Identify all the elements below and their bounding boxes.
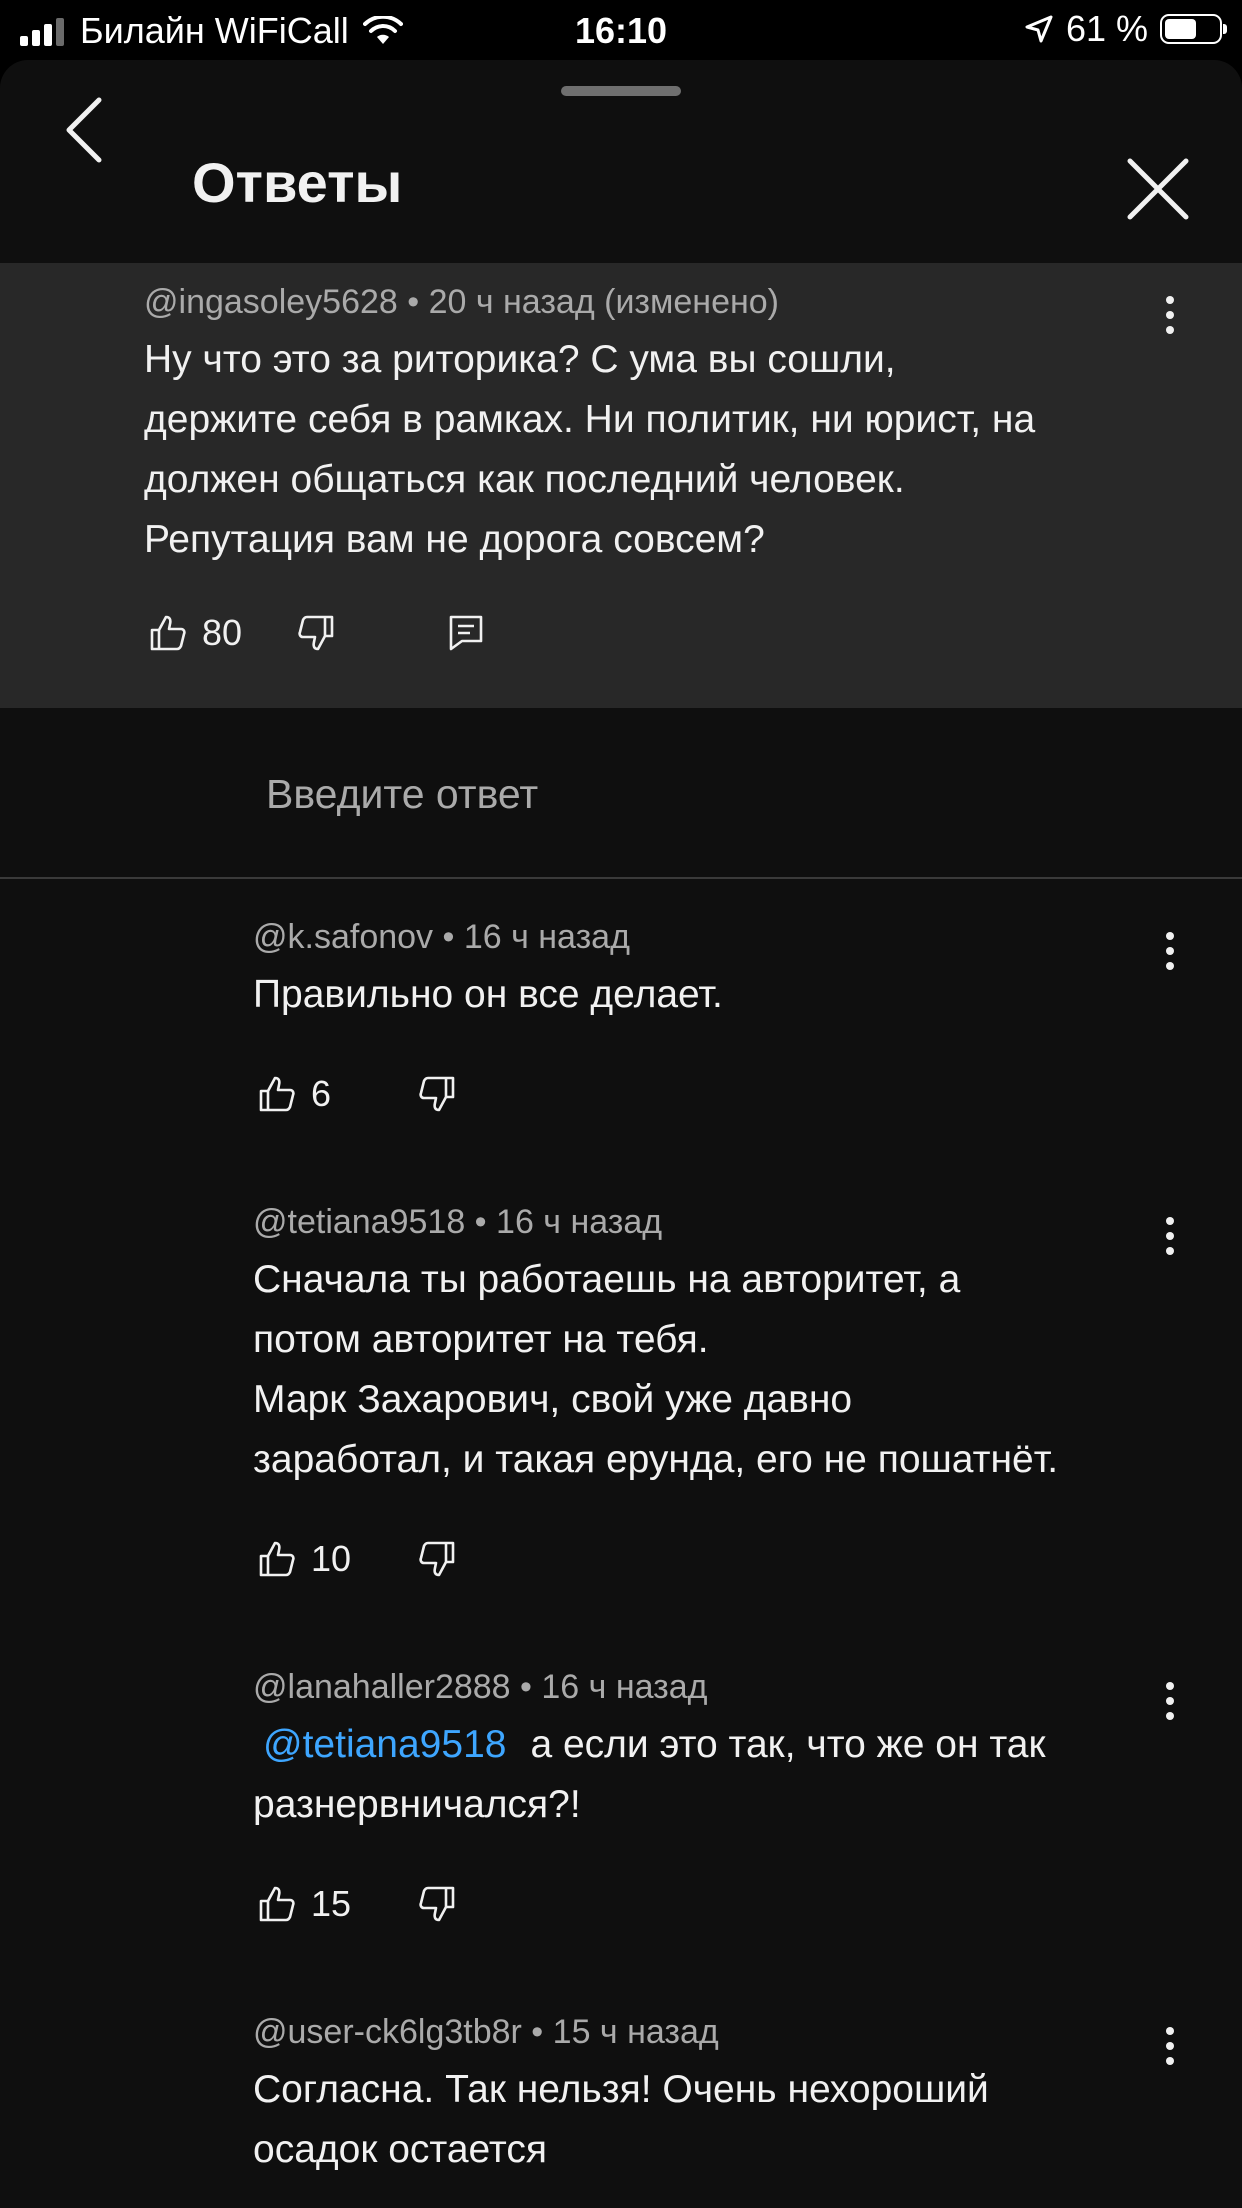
more-options-icon[interactable] [1150, 1671, 1190, 1731]
more-options-icon[interactable] [1150, 2016, 1190, 2076]
comment-text: @tetiana9518 а если это так, что же он та… [253, 1723, 1046, 1826]
more-options-icon[interactable] [1150, 921, 1190, 981]
comment-time: 16 ч назад [541, 1668, 708, 1706]
battery-level [1165, 19, 1196, 39]
comment-time: 16 ч назад [496, 1203, 663, 1241]
like-count: 15 [311, 1883, 352, 1924]
comment-author[interactable]: @tetiana9518 [253, 1203, 465, 1241]
comment-meta: @lanahaller2888 • 16 ч назад [253, 1668, 708, 1706]
like-count: 10 [311, 1538, 352, 1579]
comment-text: Ну что это за риторика? С ума вы сошли, … [144, 338, 1036, 561]
dislike-icon[interactable] [417, 1074, 457, 1114]
comment-author[interactable]: @user-ck6lg3tb8r [253, 2013, 522, 2051]
drag-handle[interactable] [561, 86, 681, 96]
more-options-icon[interactable] [1150, 285, 1190, 345]
comment-author[interactable]: @ingasoley5628 [144, 283, 398, 321]
reply-icon[interactable] [446, 613, 486, 653]
mention-link[interactable]: @tetiana9518 [263, 1723, 506, 1766]
comment-meta: @k.safonov • 16 ч назад [253, 918, 630, 956]
location-arrow-icon [1025, 15, 1053, 43]
divider [0, 877, 1242, 879]
battery-percent: 61 % [1065, 8, 1148, 49]
dislike-icon[interactable] [417, 1884, 457, 1924]
dislike-icon[interactable] [417, 1539, 457, 1579]
comment-author[interactable]: @lanahaller2888 [253, 1668, 511, 1706]
dislike-icon[interactable] [296, 613, 336, 653]
close-icon[interactable] [1124, 155, 1192, 223]
comment-time: 20 ч назад (изменено) [428, 283, 780, 321]
status-bar: Билайн WiFiCall 16:10 61 % [0, 0, 1242, 60]
comment-time: 16 ч назад [463, 918, 630, 956]
comment-author[interactable]: @k.safonov [253, 918, 433, 956]
like-icon[interactable] [257, 1539, 297, 1579]
reply-input[interactable] [264, 770, 1118, 819]
like-icon[interactable] [257, 1074, 297, 1114]
more-options-icon[interactable] [1150, 1206, 1190, 1266]
comment-text: Согласна. Так нельзя! Очень нехороший ос… [253, 2068, 989, 2171]
like-count: 80 [202, 612, 243, 653]
back-icon[interactable] [55, 90, 115, 170]
page-title: Ответы [192, 151, 403, 214]
like-icon[interactable] [257, 1884, 297, 1924]
like-count: 6 [311, 1073, 332, 1114]
like-icon[interactable] [148, 613, 188, 653]
comment-text: Правильно он все делает. [253, 973, 723, 1016]
comment-time: 15 ч назад [552, 2013, 719, 2051]
comment-meta: @user-ck6lg3tb8r • 15 ч назад [253, 2013, 719, 2051]
comment-meta: @tetiana9518 • 16 ч назад [253, 1203, 663, 1241]
comment-meta: @ingasoley5628 • 20 ч назад (изменено) [144, 283, 780, 321]
comment-text: Сначала ты работаешь на авторитет, а пот… [253, 1258, 1059, 1481]
battery-icon [1160, 14, 1227, 44]
